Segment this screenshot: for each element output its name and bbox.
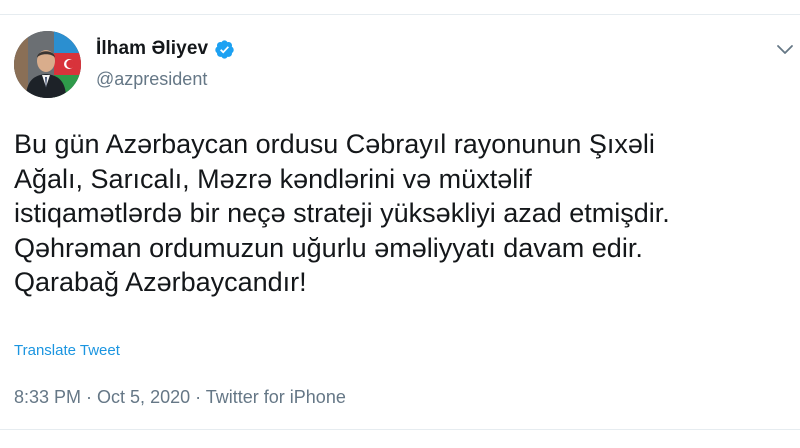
tweet-source[interactable]: Twitter for iPhone (206, 387, 346, 407)
chevron-down-icon[interactable] (776, 43, 794, 55)
tweet-time[interactable]: 8:33 PM (14, 387, 81, 407)
meta-separator: · (81, 387, 98, 407)
tweet-card: İlham Əliyev @azpresident Bu gün Azərbay… (0, 15, 800, 448)
tweet-text: Bu gün Azərbaycan ordusu Cəbrayıl rayonu… (14, 129, 670, 297)
meta-separator: · (190, 387, 206, 407)
translate-tweet-link[interactable]: Translate Tweet (14, 342, 120, 359)
avatar[interactable] (14, 31, 81, 98)
author-display-name[interactable]: İlham Əliyev (96, 38, 208, 60)
author-name-row[interactable]: İlham Əliyev (96, 38, 235, 60)
tweet-meta: 8:33 PM · Oct 5, 2020 · Twitter for iPho… (14, 387, 346, 408)
profile-photo (14, 31, 81, 98)
bottom-divider (0, 429, 800, 430)
tweet-date[interactable]: Oct 5, 2020 (97, 387, 190, 407)
author-handle[interactable]: @azpresident (96, 69, 207, 90)
verified-badge-icon (214, 39, 235, 60)
